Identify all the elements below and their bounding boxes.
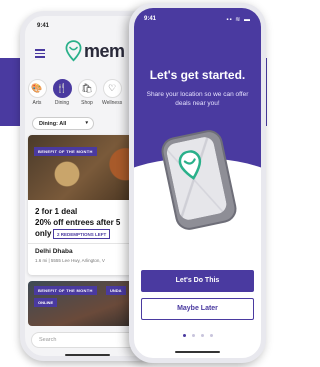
category-label: Arts <box>32 100 42 106</box>
shopping-bag-icon: 🛍 <box>77 79 97 98</box>
location-pin-icon <box>65 40 82 62</box>
chevron-down-icon: ▾ <box>85 120 88 126</box>
category-dining[interactable]: 🍴 Dining <box>52 79 72 106</box>
benefit-badge: BENEFIT OF THE MONTH <box>34 286 97 295</box>
redemptions-badge: 2 REDEMPTIONS LEFT <box>53 229 111 239</box>
category-label: Wellness <box>102 100 123 106</box>
app-logo: mem <box>65 40 125 62</box>
category-row: 🎨 Arts 🍴 Dining 🛍 Shop ♡ Wellness <box>27 79 122 106</box>
category-shop[interactable]: 🛍 Shop <box>77 79 97 106</box>
dining-filter-dropdown[interactable]: Dining: All ▾ <box>32 117 94 130</box>
deal-title-line3: only <box>35 229 52 238</box>
venue-name: Delhi Dhaba <box>35 248 73 255</box>
pagination-dot[interactable] <box>200 334 204 337</box>
home-indicator <box>65 354 110 356</box>
pagination-dot[interactable] <box>209 334 213 337</box>
onboarding-title: Let's get started. <box>149 68 246 82</box>
category-label: Shop <box>81 100 93 106</box>
pagination-dots <box>134 334 261 337</box>
status-icons: ▪▪ ≋ ▬ <box>226 17 251 23</box>
heart-icon: ♡ <box>102 79 122 98</box>
dining-filter-label: Dining: All <box>39 121 67 127</box>
maybe-later-button[interactable]: Maybe Later <box>141 298 254 320</box>
onboarding-subtitle: Share your location so we can offer deal… <box>146 91 249 107</box>
category-arts[interactable]: 🎨 Arts <box>27 79 47 106</box>
deal-title-line1: 2 for 1 deal <box>35 207 78 216</box>
status-time: 9:41 <box>37 23 50 29</box>
palette-icon: 🎨 <box>27 79 47 98</box>
category-wellness[interactable]: ♡ Wellness <box>102 79 122 106</box>
home-indicator <box>175 351 220 353</box>
deal-title-line2: 20% off entrees after 5 <box>35 218 121 227</box>
front-phone: 9:41 ▪▪ ≋ ▬ Let's get started. Share you… <box>129 3 266 363</box>
pagination-dot[interactable] <box>182 334 186 337</box>
online-badge: ONLINE <box>34 298 58 307</box>
logo-text: mem <box>84 40 125 61</box>
hamburger-menu-icon[interactable] <box>35 49 45 60</box>
benefit-badge: BENEFIT OF THE MONTH <box>34 147 97 156</box>
category-label: Dining <box>54 100 70 106</box>
fork-knife-icon: 🍴 <box>52 79 72 98</box>
lets-do-this-button[interactable]: Let's Do This <box>141 270 254 292</box>
pagination-dot[interactable] <box>191 334 195 337</box>
status-time: 9:41 <box>144 16 157 22</box>
category-badge: UNDA <box>106 286 126 295</box>
venue-address: 1.6 mi | 5555 Lee Hwy, Arlington, V <box>35 258 105 263</box>
